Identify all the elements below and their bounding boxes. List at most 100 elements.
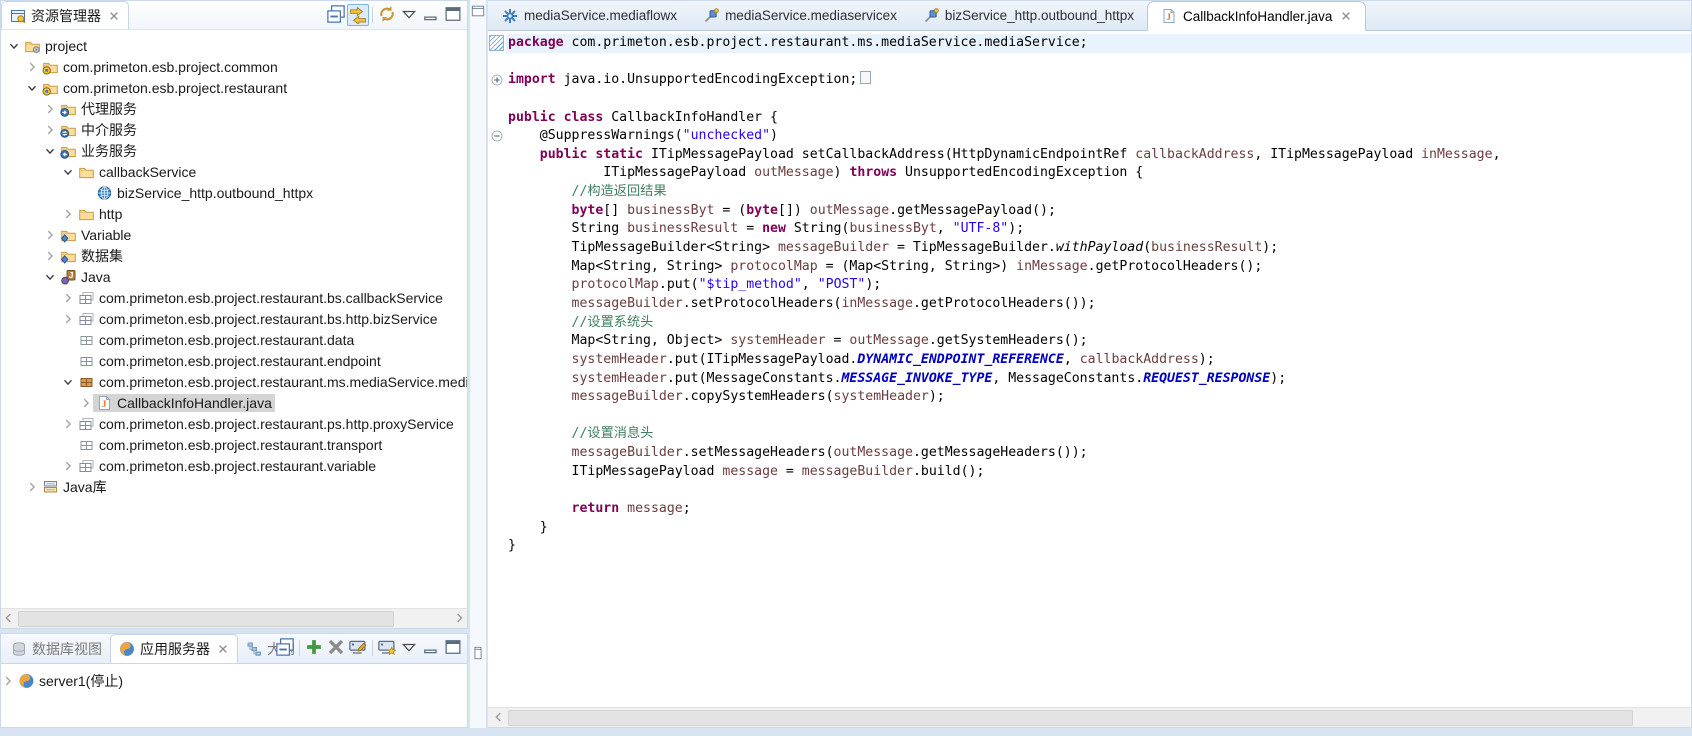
- scroll-left-icon[interactable]: [492, 710, 506, 724]
- code-editor[interactable]: package com.primeton.esb.project.restaur…: [488, 31, 1691, 707]
- maximize-button[interactable]: [442, 4, 464, 26]
- chevron-down-icon[interactable]: [61, 165, 75, 179]
- link-with-editor-button[interactable]: [347, 4, 369, 26]
- chevron-down-icon[interactable]: [43, 270, 57, 284]
- tree-item-14[interactable]: com.primeton.esb.project.restaurant.data: [1, 329, 467, 350]
- explorer-panel: 资源管理器 projectcom.primeton.esb.project.co…: [0, 0, 468, 629]
- code-line-1: [488, 53, 1691, 72]
- chevron-right-icon[interactable]: [43, 102, 57, 116]
- tree-item-content: JCallbackInfoHandler.java: [93, 394, 275, 412]
- fold-collapse-icon[interactable]: [491, 130, 503, 142]
- tree-item-19[interactable]: com.primeton.esb.project.restaurant.tran…: [1, 434, 467, 455]
- close-icon[interactable]: [1340, 10, 1352, 22]
- tree-item-7[interactable]: bizService_http.outbound_httpx: [1, 182, 467, 203]
- view-menu-button[interactable]: [398, 637, 420, 659]
- tree-item-content: 中介服务: [57, 119, 140, 141]
- chevron-right-icon[interactable]: [61, 417, 75, 431]
- chevron-right-icon[interactable]: [43, 249, 57, 263]
- expander-spacer: [61, 333, 75, 347]
- chevron-right-icon[interactable]: [79, 396, 93, 410]
- tree-item-8[interactable]: http: [1, 203, 467, 224]
- restore-minimized-view-icon[interactable]: [471, 4, 485, 18]
- minimized-view-icon[interactable]: [471, 646, 485, 660]
- add-server-button[interactable]: [303, 637, 325, 659]
- servers-tree: server1(停止): [1, 664, 467, 727]
- explorer-hscrollbar[interactable]: [1, 608, 467, 628]
- chevron-right-icon[interactable]: [1, 674, 15, 688]
- tree-item-17[interactable]: JCallbackInfoHandler.java: [1, 392, 467, 413]
- view-menu-button[interactable]: [398, 4, 420, 26]
- scroll-left-icon[interactable]: [2, 611, 16, 625]
- tree-item-16[interactable]: com.primeton.esb.project.restaurant.ms.m…: [1, 371, 467, 392]
- tree-item-5[interactable]: 业务服务: [1, 140, 467, 161]
- collapse-all-button[interactable]: [325, 4, 347, 26]
- explorer-title: 资源管理器: [31, 6, 101, 26]
- tree-item-2[interactable]: com.primeton.esb.project.restaurant: [1, 77, 467, 98]
- code-line-9: byte[] businessByt = (byte[]) outMessage…: [488, 202, 1691, 221]
- close-icon[interactable]: [217, 643, 229, 655]
- tree-item-0[interactable]: server1(停止): [1, 670, 467, 691]
- tree-item-11[interactable]: JJava: [1, 266, 467, 287]
- fold-collapse-icon[interactable]: [491, 74, 503, 86]
- tree-item-content: 业务服务: [57, 140, 140, 162]
- chevron-right-icon[interactable]: [61, 459, 75, 473]
- scrollbar-thumb[interactable]: [508, 710, 1633, 726]
- editor-tab-bar: mediaService.mediaflowxmediaService.medi…: [488, 1, 1691, 31]
- chevron-right-icon[interactable]: [61, 291, 75, 305]
- publish-server-button[interactable]: [347, 637, 369, 659]
- tree-item-18[interactable]: com.primeton.esb.project.restaurant.ps.h…: [1, 413, 467, 434]
- appserver-icon: [119, 641, 135, 657]
- code-line-26: }: [488, 519, 1691, 538]
- view-tab-0[interactable]: 数据库视图: [3, 634, 110, 663]
- tree-item-10[interactable]: 数据集: [1, 245, 467, 266]
- tree-item-3[interactable]: 代理服务: [1, 98, 467, 119]
- chevron-down-icon[interactable]: [61, 375, 75, 389]
- tree-item-1[interactable]: com.primeton.esb.project.common: [1, 56, 467, 77]
- editor-tab-0[interactable]: mediaService.mediaflowx: [489, 1, 690, 30]
- tree-item-15[interactable]: com.primeton.esb.project.restaurant.endp…: [1, 350, 467, 371]
- tree-item-6[interactable]: callbackService: [1, 161, 467, 182]
- maximize-button[interactable]: [442, 637, 464, 659]
- minimize-button[interactable]: [420, 4, 442, 26]
- chevron-right-icon[interactable]: [43, 123, 57, 137]
- servers-panel: 数据库视图应用服务器大纲 server1(停止): [0, 633, 468, 728]
- collapse-all-button[interactable]: [274, 637, 296, 659]
- chevron-down-icon[interactable]: [7, 39, 21, 53]
- chevron-down-icon[interactable]: [25, 81, 39, 95]
- tree-item-label: Java库: [63, 477, 107, 497]
- scrollbar-thumb[interactable]: [18, 611, 394, 627]
- chevron-down-icon[interactable]: [43, 144, 57, 158]
- scroll-right-icon[interactable]: [452, 611, 466, 625]
- editor-tab-2[interactable]: bizService_http.outbound_httpx: [910, 1, 1147, 30]
- package-double-icon: [78, 290, 95, 306]
- tree-item-4[interactable]: 中介服务: [1, 119, 467, 140]
- tree-item-content: 代理服务: [57, 98, 140, 120]
- chevron-right-icon[interactable]: [61, 207, 75, 221]
- tree-item-0[interactable]: project: [1, 35, 467, 56]
- minimize-button[interactable]: [420, 637, 442, 659]
- explorer-tree: projectcom.primeton.esb.project.commonco…: [1, 30, 467, 608]
- editor-tab-1[interactable]: mediaService.mediaservicex: [690, 1, 910, 30]
- tree-item-content: callbackService: [75, 163, 199, 181]
- view-menu-icon: [399, 4, 419, 27]
- tree-item-21[interactable]: Java库: [1, 476, 467, 497]
- editor-tab-3[interactable]: JCallbackInfoHandler.java: [1147, 1, 1366, 31]
- chevron-right-icon[interactable]: [43, 228, 57, 242]
- chevron-right-icon[interactable]: [25, 60, 39, 74]
- close-icon[interactable]: [108, 10, 120, 22]
- view-tab-1[interactable]: 应用服务器: [110, 634, 238, 663]
- tree-item-9[interactable]: Variable: [1, 224, 467, 245]
- explorer-view-tab[interactable]: 资源管理器: [1, 1, 129, 29]
- package-double-icon: [78, 416, 95, 432]
- chevron-right-icon[interactable]: [25, 480, 39, 494]
- refresh-button[interactable]: [376, 4, 398, 26]
- new-server-wizard-button[interactable]: [376, 637, 398, 659]
- toolbar-separator: [372, 7, 373, 23]
- tree-item-20[interactable]: com.primeton.esb.project.restaurant.vari…: [1, 455, 467, 476]
- chevron-right-icon[interactable]: [61, 312, 75, 326]
- collapsed-code-box[interactable]: [860, 71, 871, 84]
- tree-item-13[interactable]: com.primeton.esb.project.restaurant.bs.h…: [1, 308, 467, 329]
- editor-hscrollbar[interactable]: [488, 707, 1691, 727]
- tree-item-12[interactable]: com.primeton.esb.project.restaurant.bs.c…: [1, 287, 467, 308]
- remove-server-button[interactable]: [325, 637, 347, 659]
